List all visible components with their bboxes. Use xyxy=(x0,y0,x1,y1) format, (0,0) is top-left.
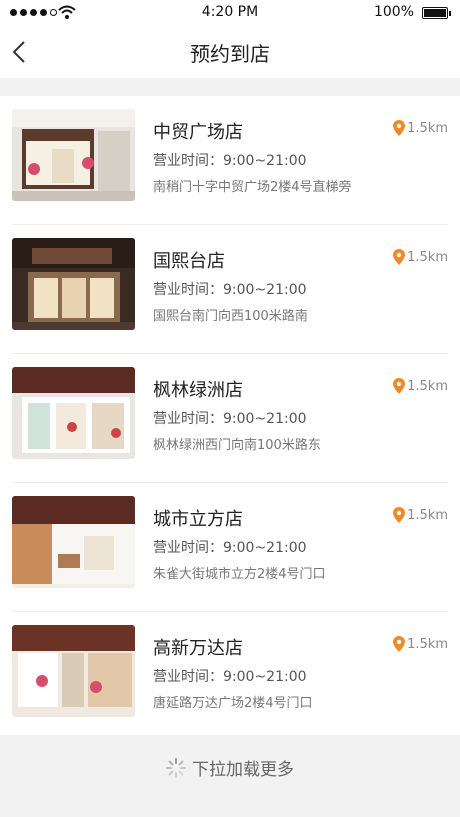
store-name: 城市立方店 xyxy=(153,509,243,530)
distance-value: 1.5km xyxy=(407,507,448,523)
store-name: 高新万达店 xyxy=(153,638,243,659)
store-distance: 1.5km xyxy=(393,507,448,523)
store-photo xyxy=(12,109,135,201)
store-item[interactable]: 高新万达店 1.5km 营业时间：9:00~21:00 唐延路万达广场2楼4号门… xyxy=(12,612,448,741)
battery-icon xyxy=(422,7,451,19)
store-name: 中贸广场店 xyxy=(153,122,243,143)
load-more-footer[interactable]: 下拉加载更多 xyxy=(0,735,460,817)
store-address: 南稍门十字中贸广场2楼4号直梯旁 xyxy=(153,180,352,195)
store-name: 国熙台店 xyxy=(153,251,225,272)
store-address: 国熙台南门向西100米路南 xyxy=(153,309,308,324)
loading-spinner-icon xyxy=(166,757,186,778)
store-name: 枫林绿洲店 xyxy=(153,380,243,401)
store-distance: 1.5km xyxy=(393,636,448,652)
nav-bar: 预约到店 xyxy=(0,26,460,78)
store-address: 枫林绿洲西门向南100米路东 xyxy=(153,438,321,453)
distance-value: 1.5km xyxy=(407,120,448,136)
store-hours: 营业时间：9:00~21:00 xyxy=(153,411,307,427)
store-item[interactable]: 中贸广场店 1.5km 营业时间：9:00~21:00 南稍门十字中贸广场2楼4… xyxy=(12,96,448,225)
store-address: 朱雀大街城市立方2楼4号门口 xyxy=(153,567,326,582)
distance-value: 1.5km xyxy=(407,249,448,265)
store-photo xyxy=(12,367,135,459)
store-distance: 1.5km xyxy=(393,378,448,394)
store-distance: 1.5km xyxy=(393,249,448,265)
load-more[interactable]: 下拉加载更多 xyxy=(0,755,460,780)
battery-percent: 100% xyxy=(373,4,414,20)
store-photo xyxy=(12,496,135,588)
store-hours: 营业时间：9:00~21:00 xyxy=(153,153,307,169)
status-bar: 4:20 PM 100% xyxy=(0,0,460,26)
distance-value: 1.5km xyxy=(407,378,448,394)
store-item[interactable]: 枫林绿洲店 1.5km 营业时间：9:00~21:00 枫林绿洲西门向南100米… xyxy=(12,354,448,483)
store-address: 唐延路万达广场2楼4号门口 xyxy=(153,696,313,711)
store-hours: 营业时间：9:00~21:00 xyxy=(153,540,307,556)
store-photo xyxy=(12,625,135,717)
store-photo xyxy=(12,238,135,330)
store-item[interactable]: 城市立方店 1.5km 营业时间：9:00~21:00 朱雀大街城市立方2楼4号… xyxy=(12,483,448,612)
store-hours: 营业时间：9:00~21:00 xyxy=(153,669,307,685)
store-item[interactable]: 国熙台店 1.5km 营业时间：9:00~21:00 国熙台南门向西100米路南 xyxy=(12,225,448,354)
page-title: 预约到店 xyxy=(190,42,270,66)
store-distance: 1.5km xyxy=(393,120,448,136)
store-hours: 营业时间：9:00~21:00 xyxy=(153,282,307,298)
load-more-label: 下拉加载更多 xyxy=(192,760,294,780)
store-list: 中贸广场店 1.5km 营业时间：9:00~21:00 南稍门十字中贸广场2楼4… xyxy=(0,96,460,741)
location-pin-icon xyxy=(393,507,406,523)
distance-value: 1.5km xyxy=(407,636,448,652)
location-pin-icon xyxy=(393,249,406,265)
location-pin-icon xyxy=(393,378,406,394)
location-pin-icon xyxy=(393,120,406,136)
location-pin-icon xyxy=(393,636,406,652)
section-divider xyxy=(0,78,460,96)
